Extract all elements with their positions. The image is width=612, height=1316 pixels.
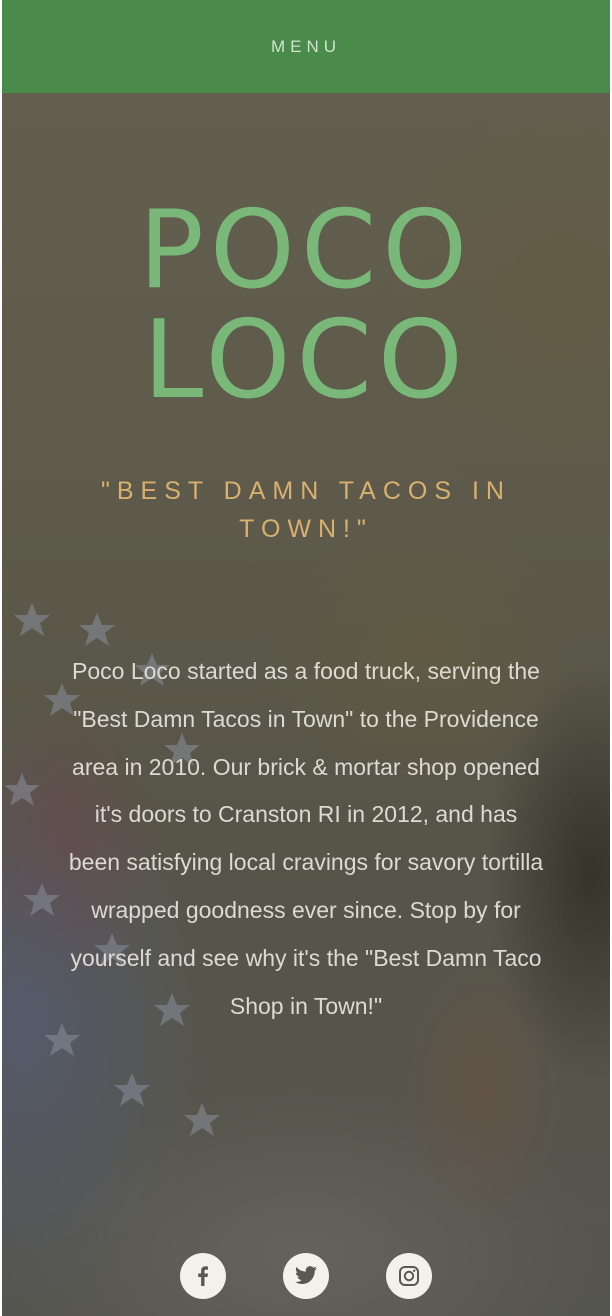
- hero-background: POCO LOCO "BEST DAMN TACOS IN TOWN!" Poc…: [2, 93, 610, 1316]
- brand-title: POCO LOCO: [2, 196, 610, 416]
- instagram-button[interactable]: [386, 1253, 432, 1299]
- brand-title-line-2: LOCO: [143, 298, 469, 423]
- twitter-button[interactable]: [283, 1253, 329, 1299]
- facebook-button[interactable]: [180, 1253, 226, 1299]
- instagram-icon: [399, 1266, 419, 1286]
- twitter-icon: [295, 1266, 317, 1284]
- tagline: "BEST DAMN TACOS IN TOWN!": [101, 477, 511, 543]
- about-paragraph: Poco Loco started as a food truck, servi…: [68, 658, 544, 1019]
- facebook-icon: [198, 1266, 208, 1286]
- brand-title-line-1: POCO: [138, 188, 474, 313]
- menu-button[interactable]: MENU: [256, 32, 356, 62]
- page: MENU POCO LOCO "BEST DAMN TACOS IN TOWN!…: [2, 0, 610, 1316]
- top-nav-bar: MENU: [2, 0, 610, 93]
- social-links: [2, 1253, 610, 1301]
